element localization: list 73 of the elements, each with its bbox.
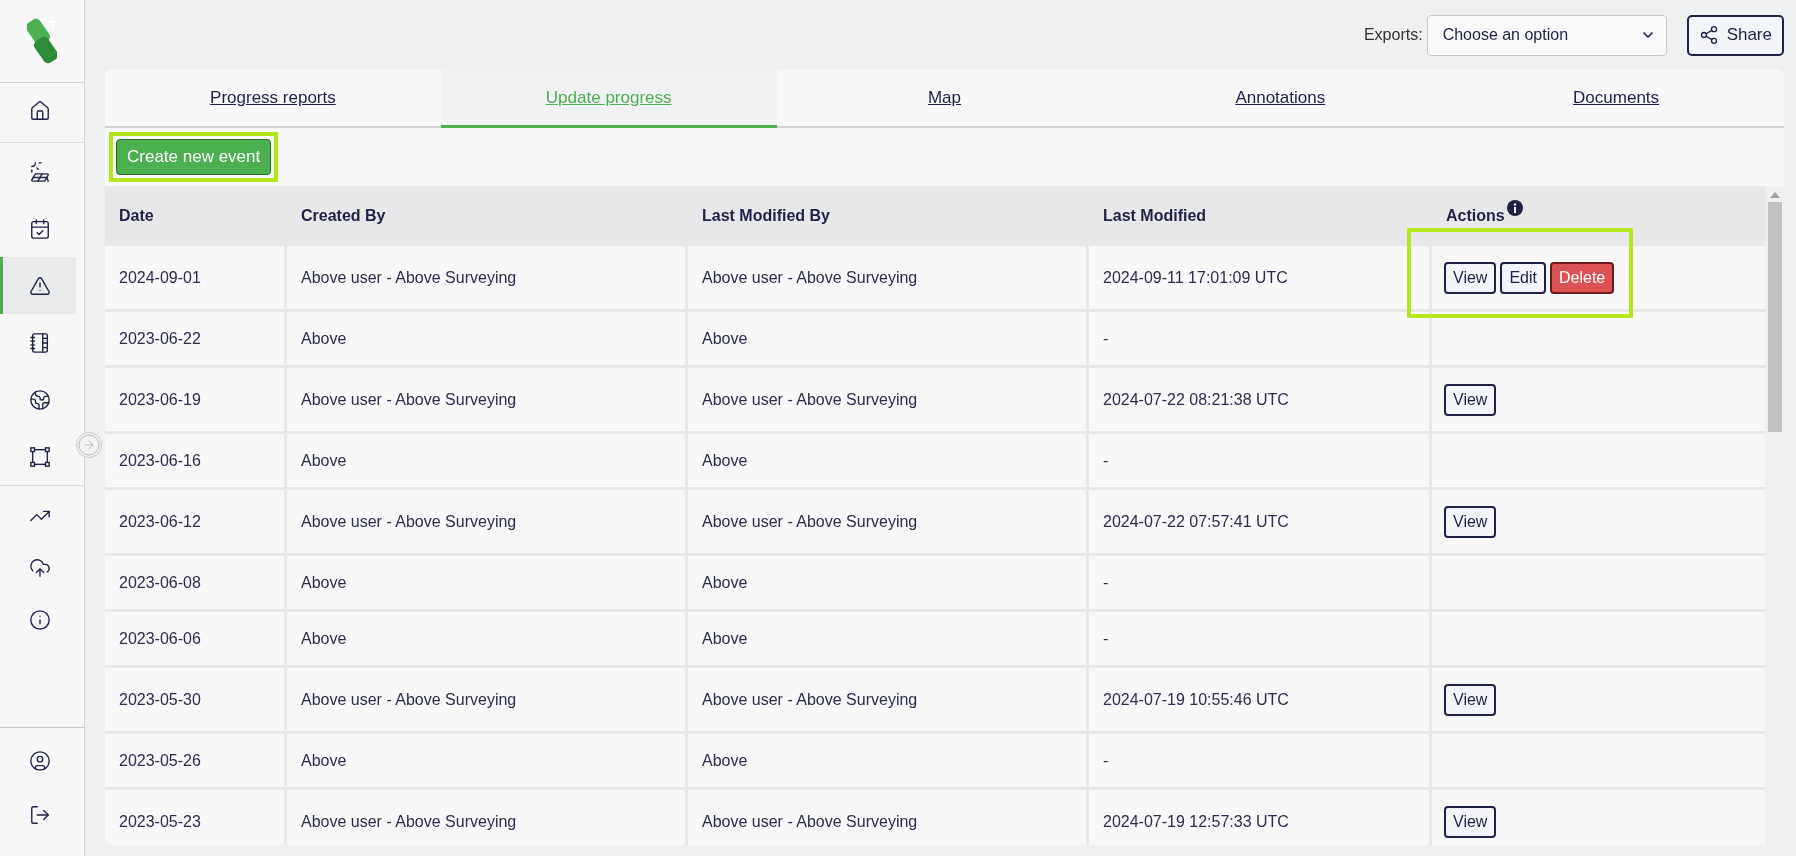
column-header: Date — [119, 207, 154, 225]
table-cell: - — [1089, 734, 1432, 787]
exports-label: Exports: — [1363, 26, 1423, 44]
exports-select[interactable]: Choose an option — [1426, 14, 1667, 56]
table-cell: Above — [688, 556, 1089, 609]
action-button[interactable]: View — [1444, 383, 1497, 416]
action-button[interactable]: View — [1444, 261, 1497, 294]
table-cell: Above user - Above Surveying — [688, 668, 1089, 731]
table-cell: 2024-07-22 08:21:38 UTC — [1089, 368, 1432, 431]
table-cell: Above user - Above Surveying — [688, 368, 1089, 431]
table-cell: Above user - Above Surveying — [287, 246, 688, 309]
info-icon[interactable] — [1506, 200, 1523, 216]
table-cell: 2024-09-11 17:01:09 UTC — [1089, 246, 1432, 309]
table-cell: 2024-07-22 07:57:41 UTC — [1089, 490, 1432, 553]
table-cell: Above — [287, 434, 688, 487]
solar-panel-icon — [28, 160, 51, 183]
action-button[interactable]: View — [1444, 805, 1497, 838]
table-cell: Above user - Above Surveying — [287, 790, 688, 845]
calendar-check-icon — [28, 217, 51, 240]
delete-button[interactable]: Delete — [1549, 261, 1615, 294]
home-icon — [28, 100, 51, 122]
column-header: Last Modified — [1103, 207, 1207, 225]
table-cell: - — [1089, 312, 1432, 365]
action-button[interactable]: Edit — [1500, 261, 1546, 294]
notebook-icon — [28, 331, 51, 354]
share-button[interactable]: Share — [1686, 14, 1784, 56]
table-cell: 2024-09-01 — [105, 246, 287, 309]
table-cell: 2023-05-30 — [105, 668, 287, 731]
column-header: Actions — [1446, 207, 1505, 225]
table-cell: 2023-06-08 — [105, 556, 287, 609]
logo — [27, 17, 57, 65]
table-cell: Above — [287, 612, 688, 665]
info-icon — [28, 609, 51, 631]
table-cell: Above user - Above Surveying — [287, 668, 688, 731]
table-cell: Above — [688, 612, 1089, 665]
globe-icon — [28, 388, 51, 411]
square-frame-icon — [28, 445, 51, 468]
user-icon — [28, 750, 51, 772]
table-cell: Above — [688, 734, 1089, 787]
table-cell: Above — [688, 434, 1089, 487]
column-header: Created By — [301, 207, 386, 225]
table-cell: Above — [287, 734, 688, 787]
table-cell: Above user - Above Surveying — [688, 246, 1089, 309]
table-cell: 2023-06-06 — [105, 612, 287, 665]
table-cell: Above user - Above Surveying — [688, 490, 1089, 553]
table-cell: Above user - Above Surveying — [287, 368, 688, 431]
table-cell: Above — [287, 556, 688, 609]
table-cell: 2023-05-26 — [105, 734, 287, 787]
table-cell: Above — [287, 312, 688, 365]
table-cell: Above user - Above Surveying — [287, 490, 688, 553]
cloud-upload-icon — [28, 557, 51, 579]
table-cell: 2024-07-19 12:57:33 UTC — [1089, 790, 1432, 845]
table-cell: 2023-06-16 — [105, 434, 287, 487]
table-cell: 2024-07-19 10:55:46 UTC — [1089, 668, 1432, 731]
table-cell: - — [1089, 434, 1432, 487]
tab[interactable]: Map — [776, 70, 1113, 128]
tab[interactable]: Progress reports — [105, 70, 441, 128]
table-cell: - — [1089, 612, 1432, 665]
table-cell: 2023-06-22 — [105, 312, 287, 365]
table-cell: 2023-05-23 — [105, 790, 287, 845]
table-cell: 2023-06-19 — [105, 368, 287, 431]
table-cell: Above user - Above Surveying — [688, 790, 1089, 845]
tab[interactable]: Annotations — [1112, 70, 1449, 128]
table-cell: 2023-06-12 — [105, 490, 287, 553]
action-button[interactable]: View — [1444, 683, 1497, 716]
table-cell: - — [1089, 556, 1432, 609]
action-button[interactable]: View — [1444, 505, 1497, 538]
warning-triangle-icon — [28, 274, 51, 297]
tab[interactable]: Documents — [1448, 70, 1784, 128]
share-icon — [1698, 25, 1719, 45]
logout-icon — [28, 804, 51, 826]
table-cell: Above — [688, 312, 1089, 365]
column-header: Last Modified By — [702, 207, 830, 225]
